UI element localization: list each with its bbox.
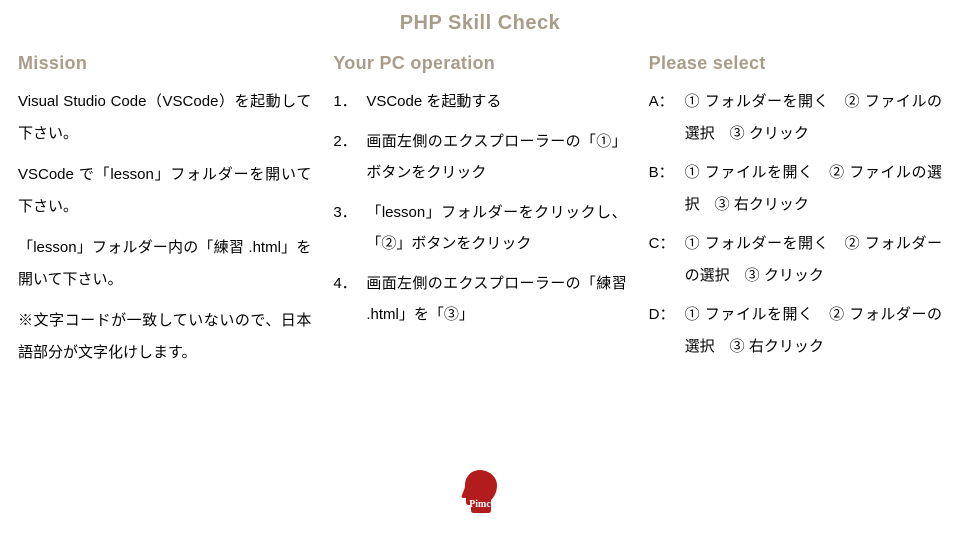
choice-list: A： ① フォルダーを開く ② ファイルの選択 ③ クリック B： ① ファイル…	[649, 86, 942, 362]
page-title: PHP Skill Check	[0, 0, 960, 35]
choice-label-b: B：	[649, 157, 674, 189]
logo-wrap: Pimc	[0, 468, 960, 521]
mission-para-2: VSCode で「lesson」フォルダーを開いて下さい。	[18, 159, 311, 222]
columns: Mission Visual Studio Code（VSCode）を起動して下…	[0, 35, 960, 378]
mission-para-1: Visual Studio Code（VSCode）を起動して下さい。	[18, 86, 311, 149]
choice-text-d: ① ファイルを開く ② フォルダーの選択 ③ 右クリック	[685, 306, 942, 355]
mission-para-4: ※文字コードが一致していないので、日本語部分が文字化けします。	[18, 305, 311, 368]
select-heading: Please select	[649, 53, 942, 74]
choice-text-a: ① フォルダーを開く ② ファイルの選択 ③ クリック	[685, 93, 942, 142]
operation-step-3: 「lesson」フォルダーをクリックし、「②」ボタンをクリック	[333, 197, 626, 260]
logo-icon: Pimc	[457, 468, 503, 516]
choice-b[interactable]: B： ① ファイルを開く ② ファイルの選択 ③ 右クリック	[649, 157, 942, 220]
choice-text-c: ① フォルダーを開く ② フォルダーの選択 ③ クリック	[685, 235, 942, 284]
choice-text-b: ① ファイルを開く ② ファイルの選択 ③ 右クリック	[685, 164, 942, 213]
choice-label-a: A：	[649, 86, 674, 118]
logo-text: Pimc	[469, 499, 491, 510]
choice-a[interactable]: A： ① フォルダーを開く ② ファイルの選択 ③ クリック	[649, 86, 942, 149]
choice-c[interactable]: C： ① フォルダーを開く ② フォルダーの選択 ③ クリック	[649, 228, 942, 291]
select-column: Please select A： ① フォルダーを開く ② ファイルの選択 ③ …	[649, 53, 942, 378]
operation-column: Your PC operation VSCode を起動する 画面左側のエクスプ…	[333, 53, 626, 378]
mission-heading: Mission	[18, 53, 311, 74]
operation-heading: Your PC operation	[333, 53, 626, 74]
choice-label-c: C：	[649, 228, 675, 260]
operation-step-1: VSCode を起動する	[333, 86, 626, 118]
mission-column: Mission Visual Studio Code（VSCode）を起動して下…	[18, 53, 311, 378]
choice-d[interactable]: D： ① ファイルを開く ② フォルダーの選択 ③ 右クリック	[649, 299, 942, 362]
mission-para-3: 「lesson」フォルダー内の「練習 .html」を開いて下さい。	[18, 232, 311, 295]
operation-list: VSCode を起動する 画面左側のエクスプローラーの「①」ボタンをクリック 「…	[333, 86, 626, 331]
operation-step-4: 画面左側のエクスプローラーの「練習 .html」を「③」	[333, 268, 626, 331]
operation-step-2: 画面左側のエクスプローラーの「①」ボタンをクリック	[333, 126, 626, 189]
choice-label-d: D：	[649, 299, 675, 331]
